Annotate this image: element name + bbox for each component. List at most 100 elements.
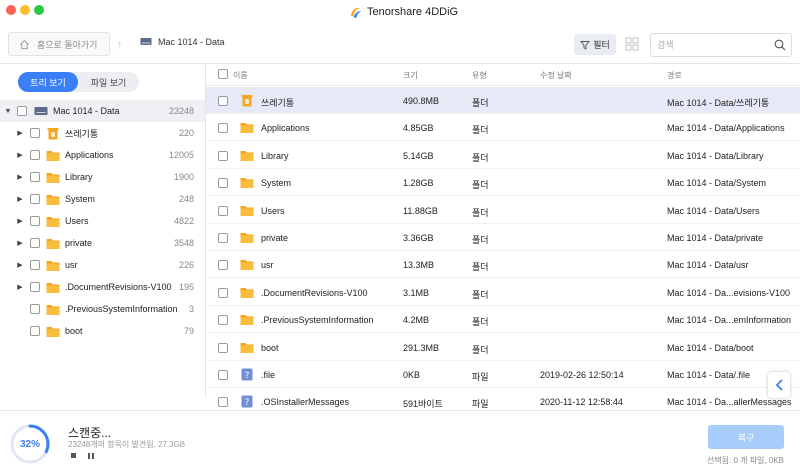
column-header-path[interactable]: 경로: [667, 70, 682, 81]
cell-path: Mac 1014 - Data/boot: [667, 342, 754, 353]
tree-item-checkbox[interactable]: [30, 128, 40, 138]
table-row[interactable]: Library 5.14GB 폴더 Mac 1014 - Data/Library: [206, 142, 800, 169]
tree-item-count: 12005: [168, 150, 194, 160]
caret-right-icon[interactable]: ▶: [16, 195, 24, 203]
caret-right-icon[interactable]: ▶: [16, 173, 24, 181]
table-row[interactable]: .DocumentRevisions-V100 3.1MB 폴더 Mac 1014 -…: [206, 279, 800, 306]
tree-item-label: private: [65, 238, 93, 248]
tree-item[interactable]: ▶ private 3548: [0, 232, 205, 254]
tree-item-checkbox[interactable]: [30, 216, 40, 226]
cell-size: 591바이트: [403, 399, 443, 410]
tree-item[interactable]: .PreviousSystemInformation 3: [0, 298, 205, 320]
cell-type: 폴더: [472, 344, 489, 355]
table-row[interactable]: Applications 4.85GB 폴더 Mac 1014 - Data/Appl…: [206, 114, 800, 142]
row-checkbox[interactable]: [218, 370, 228, 380]
search-input[interactable]: [651, 34, 769, 56]
tree-item[interactable]: ▶ usr 226: [0, 254, 205, 276]
folder-icon: [46, 215, 60, 227]
caret-right-icon[interactable]: ▶: [16, 239, 24, 247]
up-arrow-icon[interactable]: ↑: [117, 39, 123, 51]
cell-type: 폴더: [472, 289, 489, 300]
tree-item-checkbox[interactable]: [30, 172, 40, 182]
caret-down-icon[interactable]: ▼: [4, 108, 12, 115]
table-row[interactable]: boot 291.3MB 폴더 Mac 1014 - Data/boot: [206, 334, 800, 361]
tree-item-checkbox[interactable]: [30, 194, 40, 204]
progress-percent: 32%: [19, 438, 40, 450]
tree-item-count: 79: [183, 326, 194, 336]
tree-item[interactable]: ▶ Applications 12005: [0, 144, 205, 166]
tab-tree-view[interactable]: 트리 보기: [18, 72, 78, 92]
list-header: 이름 크기 유형 수정 날짜 경로: [206, 64, 800, 86]
row-checkbox[interactable]: [218, 287, 228, 298]
search-icon[interactable]: [774, 39, 786, 51]
tree-item-checkbox[interactable]: [30, 326, 40, 336]
table-row[interactable]: ? .OSInstallerMessages 591바이트 파일 2020-11-12 …: [206, 388, 800, 410]
column-header-modified[interactable]: 수정 날짜: [540, 70, 572, 81]
row-checkbox[interactable]: [218, 178, 228, 189]
table-row[interactable]: usr 13.3MB 폴더 Mac 1014 - Data/usr: [206, 251, 800, 279]
cell-type: 폴더: [472, 125, 489, 136]
table-row[interactable]: ? .file 0KB 파일 2019-02-26 12:50:14 Mac 1014 -…: [206, 361, 800, 388]
tab-file-view[interactable]: 파일 보기: [78, 72, 139, 92]
caret-right-icon[interactable]: ▶: [16, 151, 24, 159]
tree-item-checkbox[interactable]: [30, 238, 40, 248]
cell-size: 4.85GB: [403, 123, 434, 134]
row-checkbox[interactable]: [218, 123, 228, 134]
row-checkbox[interactable]: [218, 233, 228, 243]
collapse-panel-button[interactable]: [768, 372, 790, 398]
row-checkbox[interactable]: [218, 205, 228, 216]
tree-item[interactable]: ▶ .DocumentRevisions-V100 195: [0, 276, 205, 298]
caret-right-icon[interactable]: ▶: [16, 217, 24, 225]
folder-icon: [46, 237, 60, 249]
caret-right-icon[interactable]: ▶: [16, 283, 24, 291]
table-row[interactable]: System 1.28GB 폴더 Mac 1014 - Data/System: [206, 169, 800, 197]
tree-item-label: usr: [65, 260, 78, 270]
row-checkbox[interactable]: [218, 342, 228, 353]
caret-right-icon[interactable]: ▶: [16, 129, 24, 137]
grid-view-icon[interactable]: [625, 37, 639, 51]
recover-button[interactable]: 복구: [708, 425, 784, 449]
tree-item[interactable]: ▶ Users 4822: [0, 210, 205, 232]
tree-root-checkbox[interactable]: [17, 106, 27, 116]
tree-root-item[interactable]: ▼ Mac 1014 - Data 23248: [0, 100, 205, 122]
column-header-size[interactable]: 크기: [403, 70, 418, 81]
home-button[interactable]: 홈으로 돌아가기: [8, 32, 110, 56]
chevron-left-icon: [775, 379, 783, 391]
caret-right-icon[interactable]: ▶: [16, 261, 24, 269]
tree-item[interactable]: boot 79: [0, 320, 205, 342]
table-row[interactable]: Users 11.88GB 폴더 Mac 1014 - Data/Users: [206, 197, 800, 224]
table-row[interactable]: .PreviousSystemInformation 4.2MB 폴더 Mac 101…: [206, 306, 800, 334]
selection-info: 선택됨: 0 개 파일, 0KB: [706, 456, 784, 465]
cell-name: Library: [261, 150, 289, 161]
tree-item-checkbox[interactable]: [30, 150, 40, 160]
cell-path: Mac 1014 - Data/쓰레기통: [667, 98, 770, 108]
close-window-button[interactable]: [6, 5, 16, 15]
row-checkbox[interactable]: [218, 260, 228, 271]
folder-icon: [46, 325, 60, 337]
tree-item[interactable]: ▶ System 248: [0, 188, 205, 210]
zoom-window-button[interactable]: [34, 5, 44, 15]
cell-path: Mac 1014 - Da...emInformation: [667, 315, 792, 326]
stop-scan-button[interactable]: [71, 453, 76, 458]
tree-item-checkbox[interactable]: [30, 282, 40, 292]
column-header-name[interactable]: 이름: [233, 70, 248, 81]
tree-item-count: 248: [178, 194, 194, 204]
table-row[interactable]: private 3.36GB 폴더 Mac 1014 - Data/private: [206, 224, 800, 251]
row-checkbox[interactable]: [218, 397, 228, 408]
disk-icon: [34, 107, 48, 115]
tree-item[interactable]: ▶ 쓰레기통 220: [0, 122, 205, 144]
row-checkbox[interactable]: [218, 150, 228, 161]
column-header-type[interactable]: 유형: [472, 70, 487, 81]
tree-item[interactable]: ▶ Library 1900: [0, 166, 205, 188]
folder-icon: [240, 121, 254, 134]
breadcrumb: Mac 1014 - Data: [140, 37, 225, 47]
select-all-checkbox[interactable]: [218, 69, 228, 79]
tree-item-checkbox[interactable]: [30, 304, 40, 314]
minimize-window-button[interactable]: [20, 5, 30, 15]
table-row[interactable]: 쓰레기통 490.8MB 폴더 Mac 1014 - Data/쓰레기통: [206, 87, 800, 114]
row-checkbox[interactable]: [218, 315, 228, 326]
row-checkbox[interactable]: [218, 96, 228, 106]
tree-item-checkbox[interactable]: [30, 260, 40, 270]
filter-button[interactable]: 필터: [574, 34, 616, 55]
pause-scan-button[interactable]: [88, 453, 94, 459]
